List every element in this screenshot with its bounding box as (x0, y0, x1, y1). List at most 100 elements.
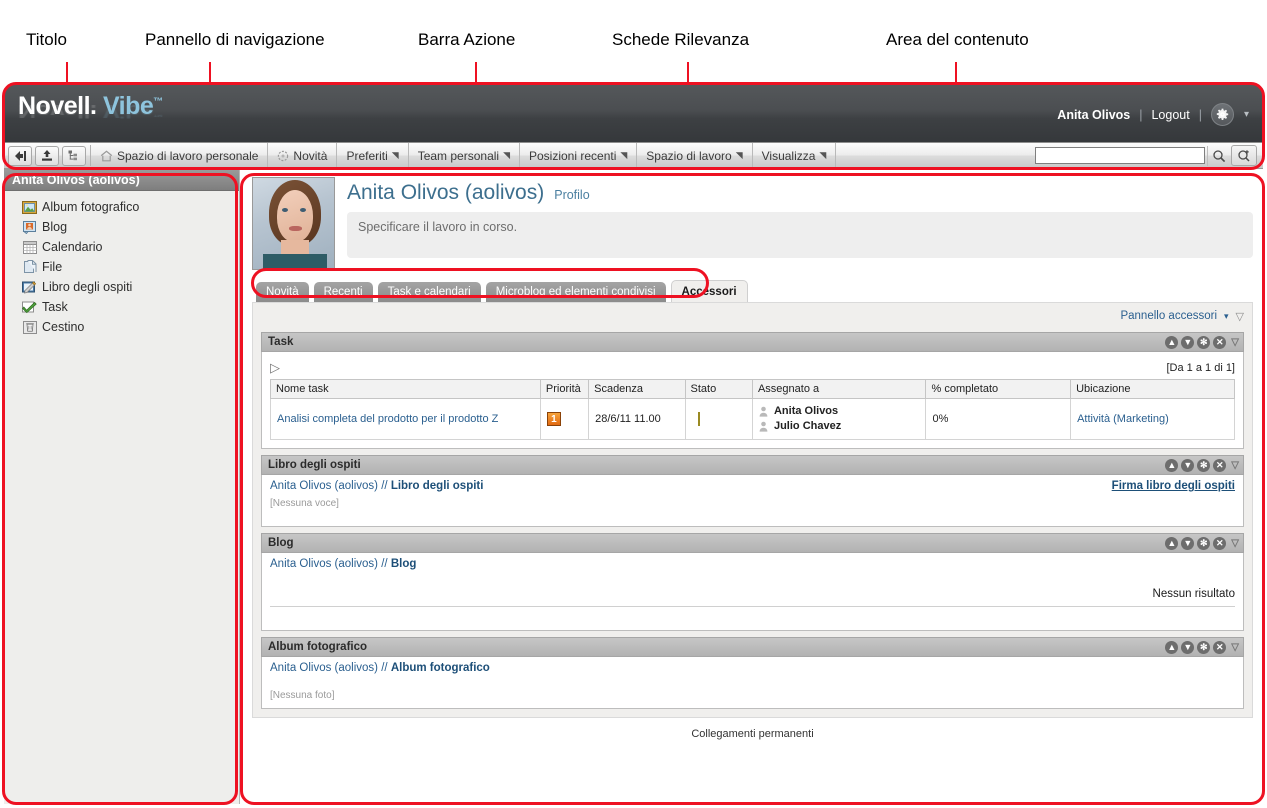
panel-move-down-button[interactable]: ▼ (1181, 458, 1195, 472)
sidebar-item-file[interactable]: File (22, 257, 239, 277)
tab-recenti[interactable]: Recenti (313, 282, 373, 302)
blog-divider (270, 606, 1235, 607)
panel-move-up-button[interactable]: ▲ (1165, 458, 1179, 472)
profile-details: Anita Olivos (aolivos) Profilo Specifica… (347, 177, 1253, 270)
settings-caret-icon[interactable]: ▾ (1244, 109, 1249, 120)
action-item-team-personali[interactable]: Team personali ◥ (409, 143, 520, 168)
workspace-tree-icon[interactable] (62, 145, 86, 166)
avatar[interactable] (252, 177, 335, 270)
status-input[interactable]: Specificare il lavoro in corso. (347, 212, 1253, 258)
panel-move-down-button[interactable]: ▼ (1181, 335, 1195, 349)
action-item-visualizza[interactable]: Visualizza ◥ (753, 143, 837, 168)
sidebar-item-label: Album fotografico (42, 200, 140, 214)
avatar-mouth (289, 226, 302, 231)
sidebar-item-calendario[interactable]: Calendario (22, 237, 239, 257)
panel-collapse-icon[interactable]: ▽ (1231, 538, 1239, 549)
panel-move-up-button[interactable]: ▲ (1165, 335, 1179, 349)
cell-due-date: 28/6/11 11.00 (588, 398, 686, 440)
settings-gear-button[interactable] (1210, 103, 1234, 126)
breadcrumb-leaf[interactable]: Libro degli ospiti (391, 480, 484, 492)
task-name-link[interactable]: Analisi completa del prodotto per il pro… (277, 413, 498, 425)
breadcrumb-owner[interactable]: Anita Olivos (aolivos) // (270, 662, 388, 674)
panel-collapse-icon[interactable]: ▽ (1231, 642, 1239, 653)
column-header-assegnato-a[interactable]: Assegnato a (751, 379, 927, 399)
panel-task-title: Task (268, 336, 294, 348)
panel-guestbook-body: Anita Olivos (aolivos) // Libro degli os… (261, 475, 1244, 527)
breadcrumb: Anita Olivos (aolivos) // Album fotograf… (270, 662, 490, 674)
breadcrumb-owner[interactable]: Anita Olivos (aolivos) // (270, 480, 388, 492)
accessory-panel-collapse-icon[interactable]: ▽ (1236, 310, 1244, 323)
sign-guestbook-link[interactable]: Firma libro degli ospiti (1112, 480, 1235, 492)
tab-microblog-ed-elementi-condivisi[interactable]: Microblog ed elementi condivisi (485, 282, 666, 302)
breadcrumb-leaf[interactable]: Album fotografico (391, 662, 490, 674)
blog-no-results: Nessun risultato (1152, 588, 1235, 600)
task-icon (22, 300, 37, 315)
action-item-spazio-di-lavoro[interactable]: Spazio di lavoro ◥ (637, 143, 753, 168)
person-icon (759, 406, 769, 418)
column-header-nome-task[interactable]: Nome task (270, 379, 541, 399)
panel-collapse-icon[interactable]: ▽ (1231, 337, 1239, 348)
novell-vibe-logo[interactable]: Novell. Vibe™ Novell. Vibe™ (18, 94, 163, 142)
tab-novita[interactable]: Novità (256, 282, 309, 302)
column-header-ubicazione[interactable]: Ubicazione (1070, 379, 1235, 399)
tab-accessori[interactable]: Accessori (670, 280, 748, 302)
advanced-search-button[interactable] (1231, 145, 1257, 166)
chevron-down-icon: ◥ (503, 150, 510, 160)
panel-configure-button[interactable]: ✻ (1197, 458, 1211, 472)
back-to-workspace-icon[interactable] (8, 145, 32, 166)
sidebar-item-cestino[interactable]: Cestino (22, 317, 239, 337)
tab-task-e-calendari[interactable]: Task e calendari (377, 282, 481, 302)
panel-move-up-button[interactable]: ▲ (1165, 536, 1179, 550)
accessory-panel-link[interactable]: Pannello accessori (1120, 310, 1217, 322)
upload-icon[interactable] (35, 145, 59, 166)
task-panel-meta: ▷ [Da 1 a 1 di 1] (270, 357, 1235, 379)
action-item-posizioni-recenti[interactable]: Posizioni recenti ◥ (520, 143, 638, 168)
search-button[interactable] (1207, 145, 1229, 166)
task-expander-icon[interactable]: ▷ (270, 360, 280, 376)
logo-reflection: Novell. Vibe™ (18, 100, 163, 122)
sidebar-item-libro-degli-ospiti[interactable]: Libro degli ospiti (22, 277, 239, 297)
panel-configure-button[interactable]: ✻ (1197, 335, 1211, 349)
panel-close-button[interactable]: ✕ (1213, 335, 1227, 349)
assignee-entry: Anita Olivos (759, 404, 920, 419)
panel-close-button[interactable]: ✕ (1213, 458, 1227, 472)
location-link[interactable]: Attività (Marketing) (1077, 413, 1169, 425)
current-user-name[interactable]: Anita Olivos (1057, 108, 1130, 122)
action-item-spazio-di-lavoro-personale[interactable]: Spazio di lavoro personale (91, 143, 269, 168)
permalinks-label[interactable]: Collegamenti permanenti (252, 728, 1253, 740)
panel-move-down-button[interactable]: ▼ (1181, 640, 1195, 654)
panel-move-up-button[interactable]: ▲ (1165, 640, 1179, 654)
sidebar-item-album-fotografico[interactable]: Album fotografico (22, 197, 239, 217)
panel-configure-button[interactable]: ✻ (1197, 640, 1211, 654)
action-item-preferiti[interactable]: Preferiti ◥ (337, 143, 409, 168)
assignee-name: Julio Chavez (773, 420, 842, 432)
photo-album-icon (22, 200, 37, 215)
breadcrumb-leaf[interactable]: Blog (391, 558, 417, 570)
navigation-list: Album fotografico Blog Calendario File L… (4, 191, 239, 337)
column-header-completato[interactable]: % completato (925, 379, 1072, 399)
breadcrumb-owner[interactable]: Anita Olivos (aolivos) // (270, 558, 388, 570)
priority-high-icon: 1 (546, 412, 561, 426)
sidebar-item-blog[interactable]: Blog (22, 217, 239, 237)
action-item-novita[interactable]: Novità (268, 143, 338, 168)
column-header-stato[interactable]: Stato (684, 379, 753, 399)
panel-close-button[interactable]: ✕ (1213, 640, 1227, 654)
cell-task-name: Analisi completa del prodotto per il pro… (270, 398, 541, 440)
action-item-label: Spazio di lavoro personale (117, 148, 259, 163)
column-header-priorita[interactable]: Priorità (539, 379, 590, 399)
accessory-panel-caret-icon[interactable]: ▾ (1224, 311, 1229, 322)
panel-move-down-button[interactable]: ▼ (1181, 536, 1195, 550)
sidebar-item-task[interactable]: Task (22, 297, 239, 317)
panel-close-button[interactable]: ✕ (1213, 536, 1227, 550)
panel-collapse-icon[interactable]: ▽ (1231, 460, 1239, 471)
logout-link[interactable]: Logout (1151, 108, 1189, 122)
panel-configure-button[interactable]: ✻ (1197, 536, 1211, 550)
gear-icon (1216, 108, 1229, 121)
panel-blog-body: Anita Olivos (aolivos) // Blog Nessun ri… (261, 553, 1244, 631)
panel-guestbook-header: Libro degli ospiti ▲ ▼ ✻ ✕ ▽ (261, 455, 1244, 475)
search-input[interactable] (1035, 147, 1205, 164)
profile-link[interactable]: Profilo (554, 188, 589, 202)
home-icon (100, 150, 113, 161)
column-header-scadenza[interactable]: Scadenza (588, 379, 686, 399)
